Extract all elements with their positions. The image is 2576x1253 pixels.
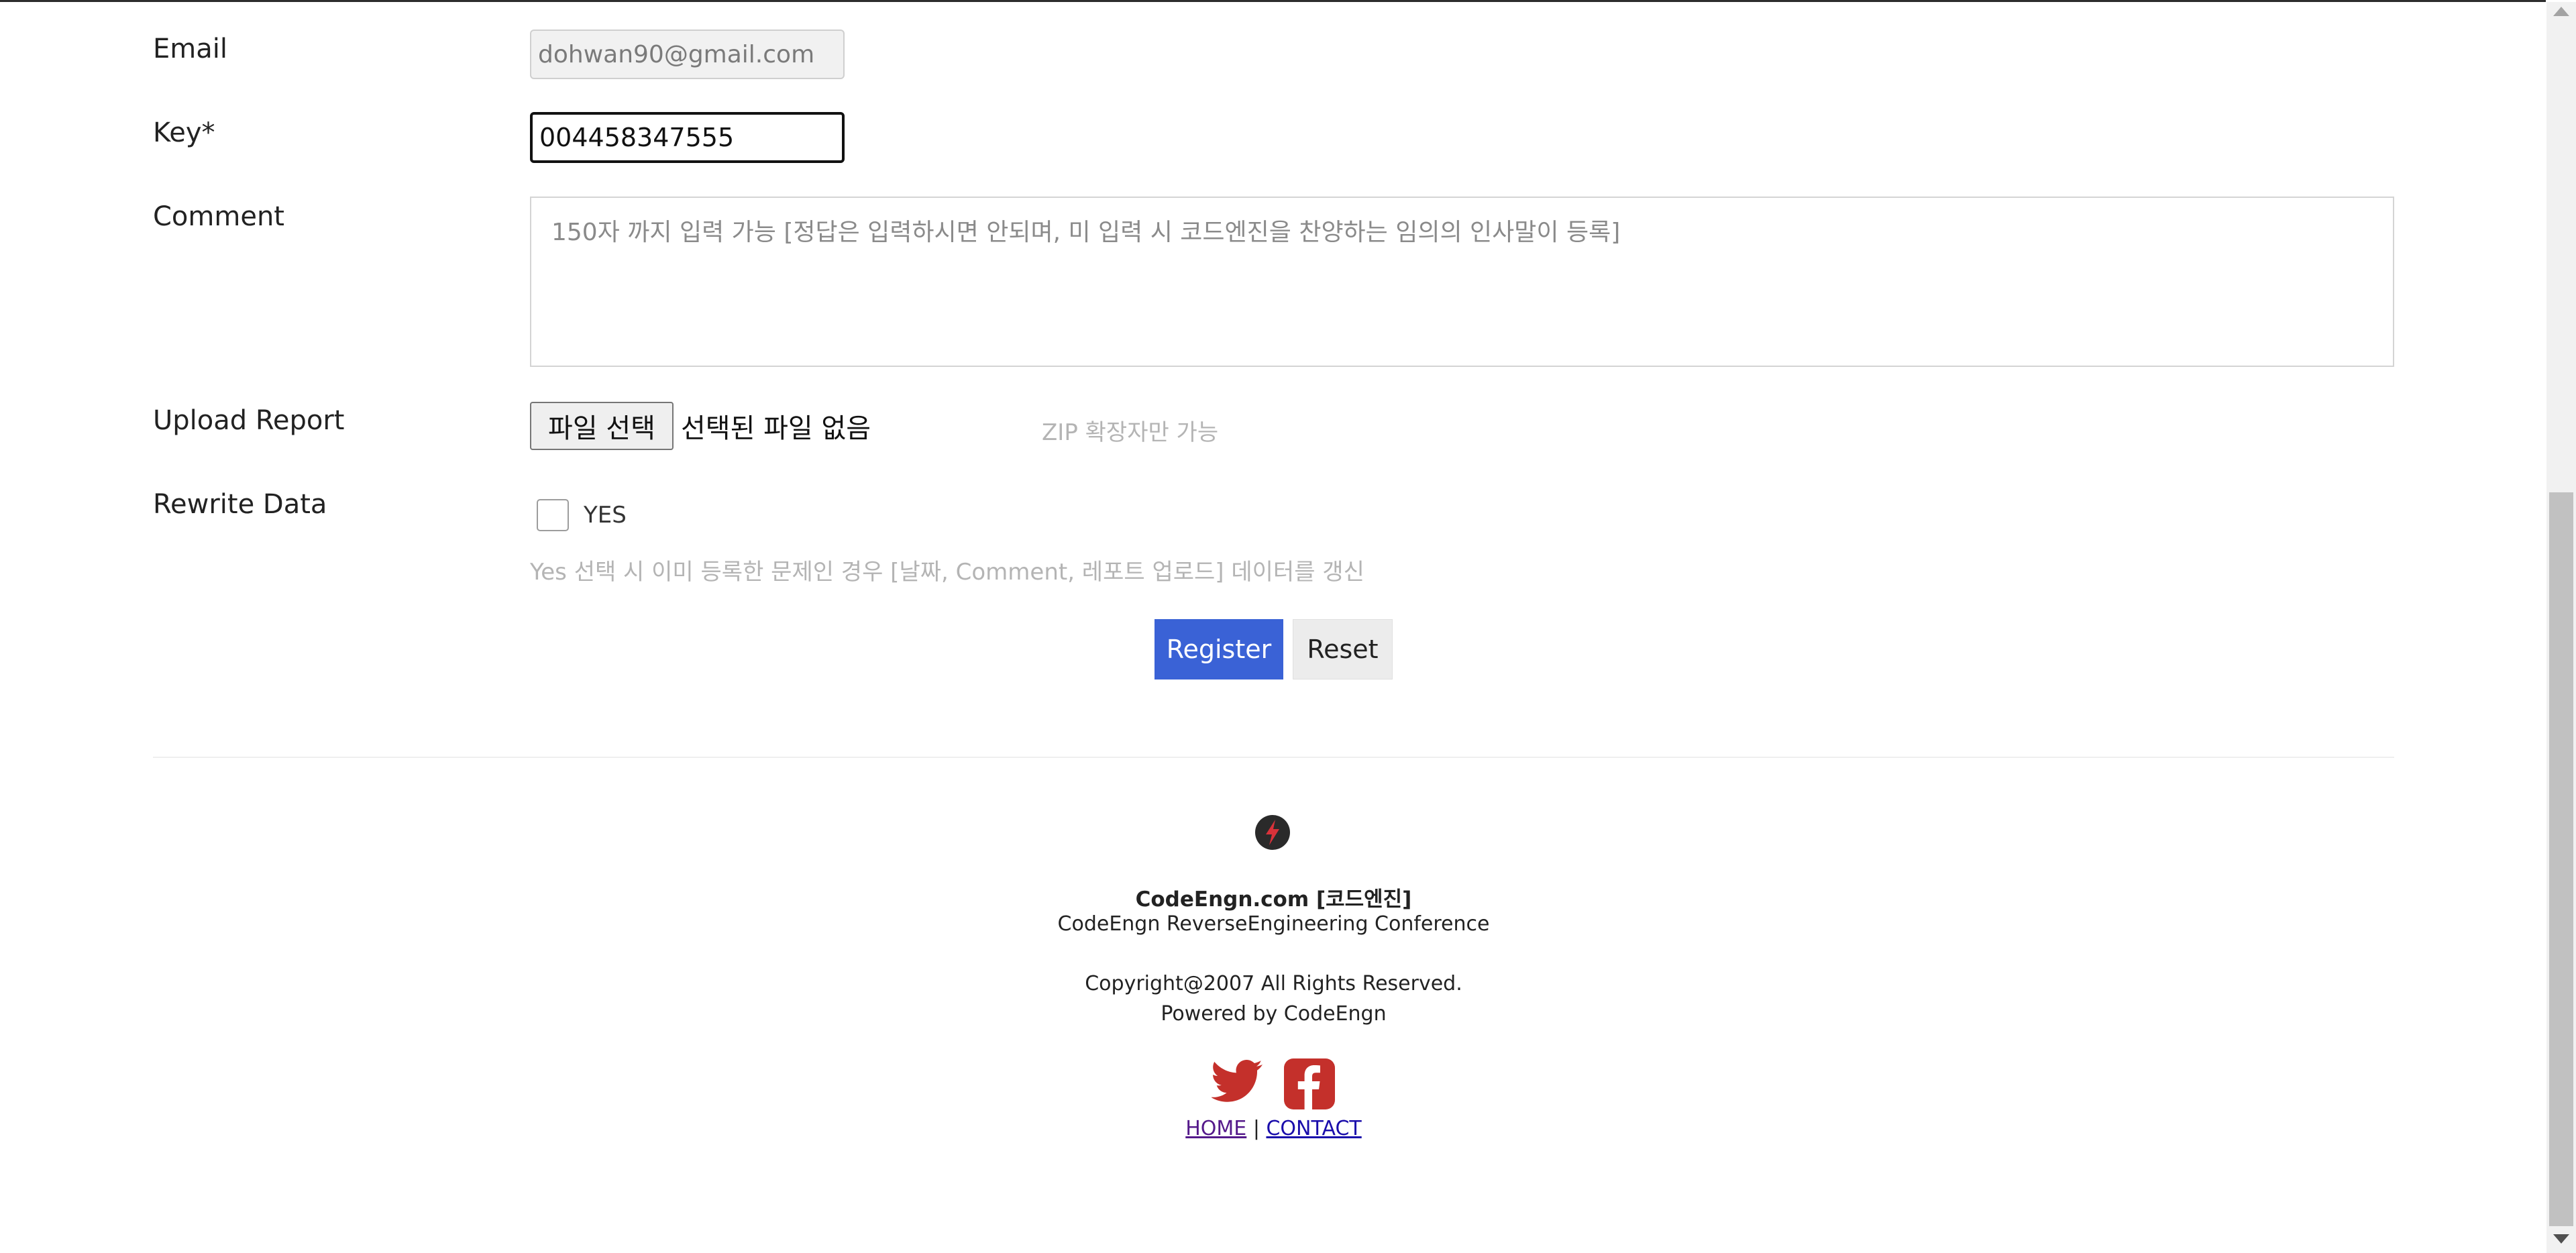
rewrite-hint: Yes 선택 시 이미 등록한 문제인 경우 [날짜, Comment, 레포트…	[530, 559, 1364, 586]
scroll-up-arrow-icon[interactable]	[2553, 7, 2569, 16]
footer-links: HOME | CONTACT	[153, 1117, 2394, 1140]
page: Email dohwan90@gmail.com Key* 0044583475…	[0, 0, 2546, 1253]
choose-file-button[interactable]: 파일 선택	[530, 402, 674, 450]
lightning-bolt-icon	[1255, 815, 1290, 850]
key-label: Key*	[153, 117, 215, 148]
reset-button[interactable]: Reset	[1293, 619, 1393, 679]
rewrite-checkbox-label[interactable]: YES	[584, 502, 627, 529]
email-field[interactable]: dohwan90@gmail.com	[530, 30, 845, 79]
comment-label: Comment	[153, 201, 284, 232]
footer-brand: CodeEngn.com [코드엔진]	[1135, 887, 1412, 912]
key-field[interactable]: 004458347555	[530, 112, 845, 163]
top-border	[0, 0, 2546, 2]
scroll-down-arrow-icon[interactable]	[2553, 1234, 2569, 1244]
rewrite-data-label: Rewrite Data	[153, 489, 327, 520]
scrollbar-thumb[interactable]	[2549, 492, 2573, 1226]
footer-powered: Powered by CodeEngn	[1161, 1002, 1387, 1026]
home-link[interactable]: HOME	[1185, 1117, 1246, 1140]
twitter-icon[interactable]	[1212, 1058, 1263, 1103]
footer-conference: CodeEngn ReverseEngineering Conference	[1057, 912, 1490, 936]
email-label: Email	[153, 34, 227, 64]
register-button[interactable]: Register	[1155, 619, 1283, 679]
footer-copyright: Copyright@2007 All Rights Reserved.	[1085, 972, 1462, 995]
comment-textarea[interactable]: 150자 까지 입력 가능 [정답은 입력하시면 안되며, 미 입력 시 코드엔…	[530, 197, 2394, 367]
upload-report-label: Upload Report	[153, 405, 345, 436]
file-type-hint: ZIP 확장자만 가능	[1042, 419, 1219, 446]
file-status-text: 선택된 파일 없음	[681, 413, 871, 444]
contact-link[interactable]: CONTACT	[1266, 1117, 1361, 1140]
link-separator: |	[1252, 1117, 1260, 1140]
facebook-icon[interactable]	[1284, 1058, 1335, 1109]
footer-divider	[153, 757, 2394, 758]
rewrite-checkbox[interactable]	[537, 499, 569, 531]
